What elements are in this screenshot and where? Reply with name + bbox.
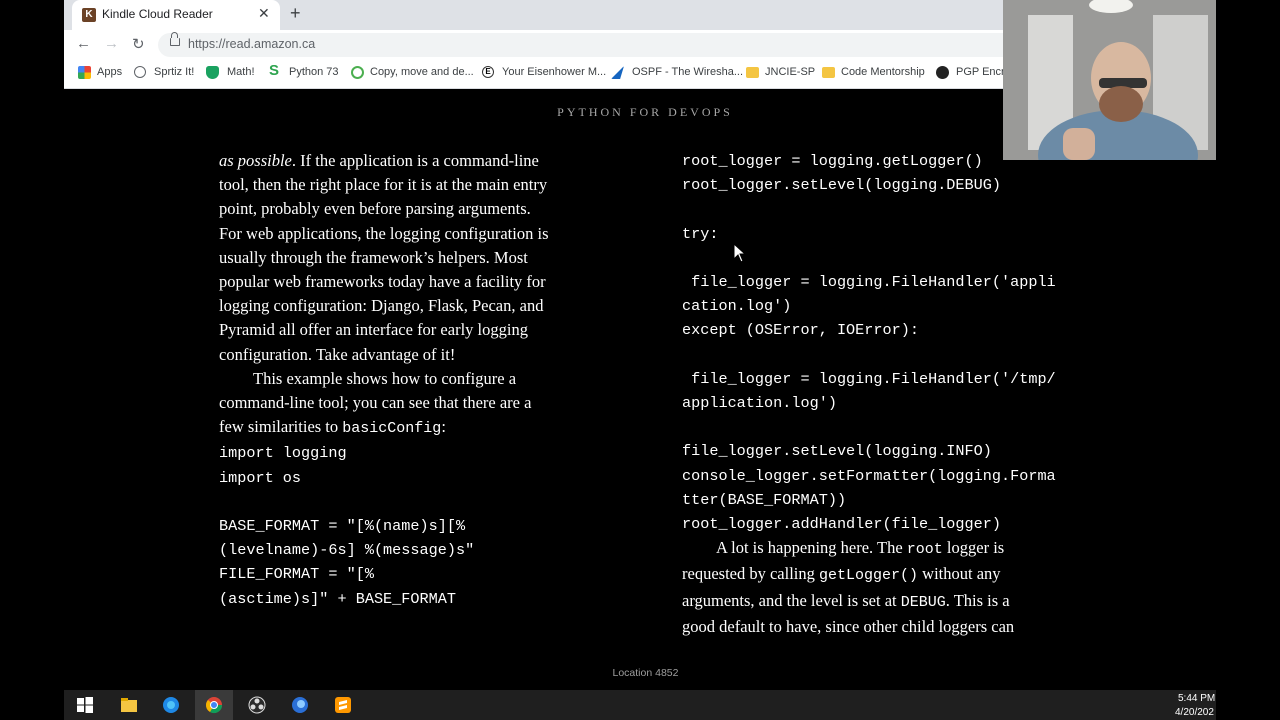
inline-code: getLogger() [819,567,919,585]
url-text[interactable]: https://read.amazon.ca [188,37,315,51]
pgp-logo-icon [936,66,949,79]
bookmark-code-mentorship[interactable]: Code Mentorship [841,66,925,78]
forward-button[interactable]: → [104,35,119,52]
edge-icon[interactable] [162,696,180,714]
back-button[interactable]: ← [76,35,91,52]
kindle-reader-page[interactable]: PYTHON FOR DEVOPS as possible. If the ap… [64,89,1216,690]
paragraph-logging-config: as possible. If the application is a com… [219,149,619,367]
code-block-logger-setup: root_logger = logging.getLogger() root_l… [682,152,1056,534]
sublime-text-icon[interactable] [334,696,352,714]
inline-code: DEBUG [900,593,946,611]
folder-icon [746,67,759,78]
file-explorer-icon[interactable] [120,696,138,714]
bookmark-math[interactable]: Math! [227,66,255,78]
kindle-favicon-icon: K [82,8,96,22]
lock-icon[interactable] [170,32,180,46]
code-block-imports: import logging import os BASE_FORMAT = "… [219,444,475,608]
paragraph-explanation: A lot is happening here. The root logger… [682,536,1082,639]
clock-date[interactable]: 4/20/202 [1175,707,1214,718]
bookmark-jncie-sp[interactable]: JNCIE-SP [765,66,815,78]
new-tab-button[interactable]: + [290,3,301,24]
reload-button[interactable]: ↻ [132,35,145,53]
close-tab-icon[interactable]: ✕ [258,5,270,22]
left-column: as possible. If the application is a com… [219,149,619,611]
bookmark-sprtiz-it[interactable]: Sprtiz It! [154,66,194,78]
bookmark-python-73[interactable]: Python 73 [289,66,339,78]
chrome-icon[interactable] [205,696,223,714]
paragraph-text: . If the application is a command-line t… [219,151,549,364]
right-column: root_logger = logging.getLogger() root_l… [682,149,1082,639]
paragraph-example-intro: This example shows how to configure a co… [219,367,619,442]
bookmark-eisenhower[interactable]: Your Eisenhower M... [502,66,606,78]
apps-grid-icon [78,66,91,79]
wireshark-fin-icon [611,66,624,79]
mouse-cursor-icon [733,243,747,263]
inline-code: root [906,541,943,559]
bookmark-apps[interactable]: Apps [97,66,122,78]
paragraph-text: : [441,417,446,437]
firefox-dev-icon[interactable] [291,696,309,714]
clock-time[interactable]: 5:44 PM [1178,693,1215,704]
paragraph-text: A lot is happening here. The [716,538,907,558]
e-logo-icon: E [482,66,494,78]
refresh-logo-icon [351,66,364,79]
webcam-overlay [1003,0,1216,160]
windows-taskbar: 5:44 PM 4/20/202 [64,690,1216,720]
obs-icon[interactable] [248,696,266,714]
globe-icon [134,66,146,78]
italic-phrase: as possible [219,151,292,170]
bookmark-ospf[interactable]: OSPF - The Wiresha... [632,66,743,78]
shield-icon [206,66,219,79]
windows-start-icon[interactable] [76,696,94,714]
folder-icon [822,67,835,78]
location-indicator: Location 4852 [612,667,679,679]
tab-kindle-cloud-reader[interactable]: K Kindle Cloud Reader ✕ [72,0,280,30]
s-logo-icon: S [269,62,280,79]
inline-code: basicConfig [342,420,442,438]
bookmark-copy-move[interactable]: Copy, move and de... [370,66,474,78]
tab-title: Kindle Cloud Reader [102,7,213,21]
webcam-person-image [1003,0,1216,160]
